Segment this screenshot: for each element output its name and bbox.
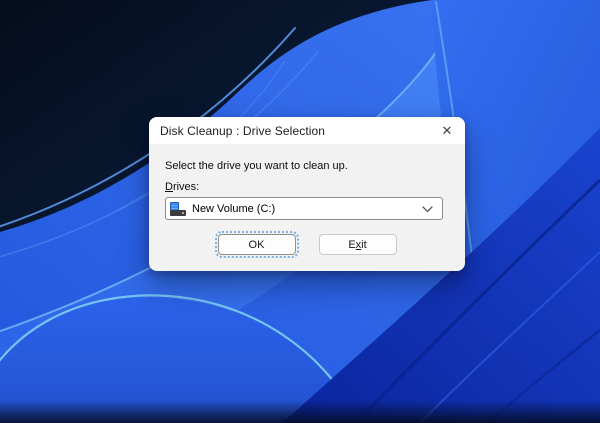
close-button[interactable]: ✕ — [429, 117, 465, 144]
disk-cleanup-dialog: Disk Cleanup : Drive Selection ✕ Select … — [149, 117, 465, 271]
desktop: Disk Cleanup : Drive Selection ✕ Select … — [0, 0, 600, 423]
dialog-buttons: OK Exit — [165, 231, 449, 258]
chevron-down-icon — [422, 206, 433, 213]
drive-select-value: New Volume (C:) — [192, 202, 276, 215]
dialog-title: Disk Cleanup : Drive Selection — [160, 123, 326, 138]
exit-button[interactable]: Exit — [318, 234, 397, 255]
dialog-titlebar[interactable]: Disk Cleanup : Drive Selection ✕ — [149, 117, 465, 144]
hard-drive-icon — [170, 201, 186, 216]
dialog-body: Select the drive you want to clean up. D… — [149, 144, 465, 258]
ok-button-label: OK — [248, 238, 265, 251]
drives-label-accel: D — [165, 181, 173, 193]
close-icon: ✕ — [441, 123, 453, 138]
drives-label: Drives: — [165, 181, 449, 194]
instruction-text: Select the drive you want to clean up. — [165, 160, 348, 172]
drive-select-dropdown[interactable]: New Volume (C:) — [165, 197, 443, 220]
drives-label-rest: rives: — [172, 181, 200, 193]
ok-button[interactable]: OK — [214, 231, 299, 258]
exit-button-label: Exit — [348, 238, 367, 251]
